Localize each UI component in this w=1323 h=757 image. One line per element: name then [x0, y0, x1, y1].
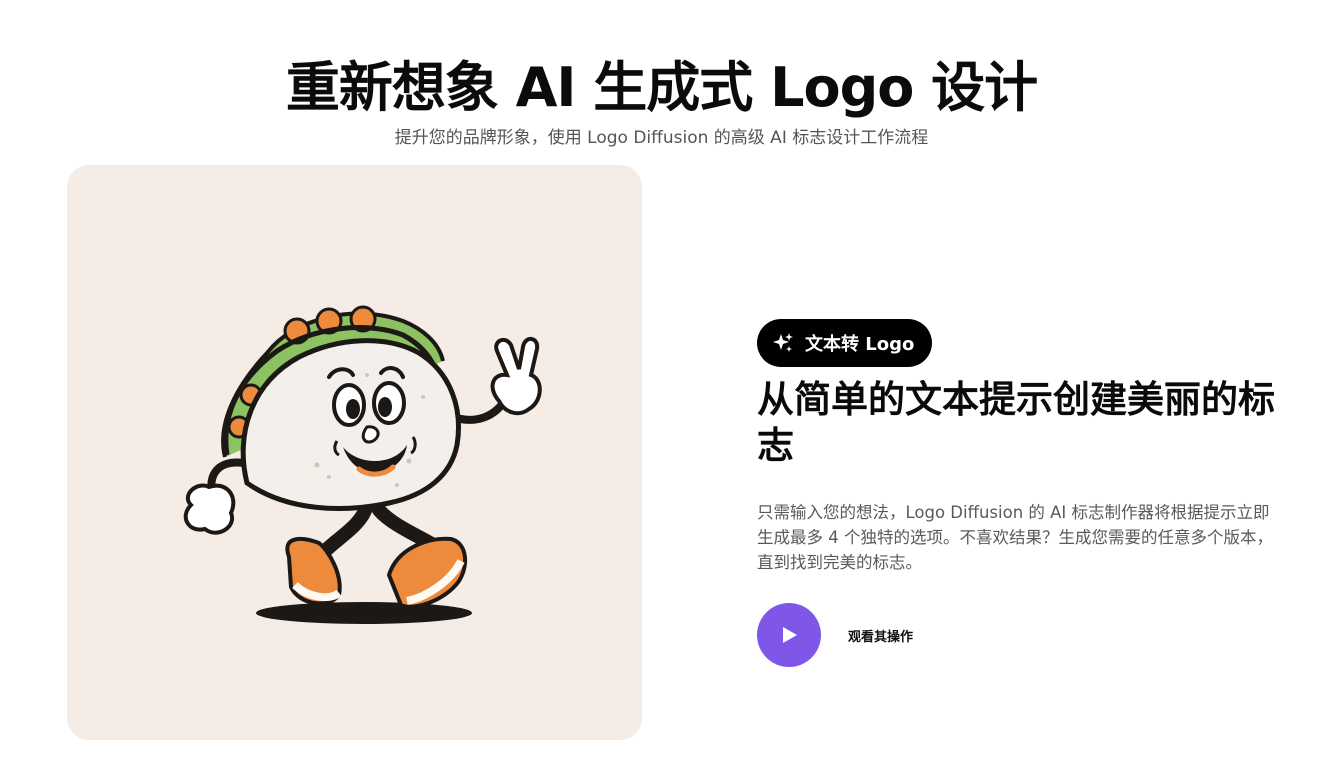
feature-badge-label: 文本转 Logo	[805, 334, 915, 355]
feature-section: 文本转 Logo 从简单的文本提示创建美丽的标志 只需输入您的想法，Logo D…	[757, 319, 1297, 591]
watch-demo-link[interactable]: 观看其操作	[848, 626, 913, 645]
feature-description: 只需输入您的想法，Logo Diffusion 的 AI 标志制作器将根据提示立…	[757, 502, 1273, 572]
play-button[interactable]	[757, 603, 821, 667]
watch-demo: 观看其操作	[757, 603, 913, 667]
taco-mascot-illustration	[183, 305, 542, 624]
page-title: 重新想象 AI 生成式 Logo 设计	[285, 56, 1038, 120]
play-icon	[783, 627, 797, 643]
showcase-image-card	[67, 165, 642, 740]
sparkles-icon	[771, 331, 795, 355]
page-subtitle: 提升您的品牌形象，使用 Logo Diffusion 的高级 AI 标志设计工作…	[394, 128, 929, 148]
feature-badge: 文本转 Logo	[757, 319, 933, 367]
feature-title: 从简单的文本提示创建美丽的标志	[757, 378, 1275, 467]
page: 重新想象 AI 生成式 Logo 设计 提升您的品牌形象，使用 Logo Dif…	[0, 0, 1323, 757]
